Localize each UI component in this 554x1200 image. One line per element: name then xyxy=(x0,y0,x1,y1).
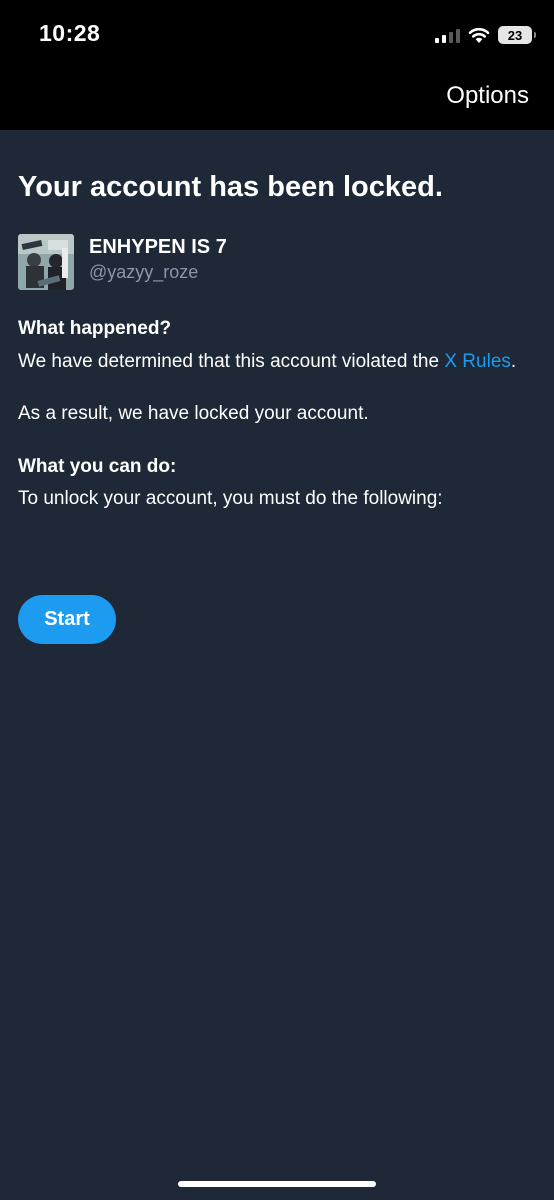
violation-text-end: . xyxy=(510,351,517,372)
page-title: Your account has been locked. xyxy=(18,171,443,203)
battery-level: 23 xyxy=(507,27,523,43)
cellular-signal-icon xyxy=(435,27,460,43)
start-button[interactable]: Start xyxy=(18,595,116,644)
x-rules-link[interactable]: X Rules xyxy=(444,351,511,372)
options-button[interactable]: Options xyxy=(446,82,529,110)
main-content: Your account has been locked. ENHYPEN IS… xyxy=(18,168,518,512)
account-text: ENHYPEN IS 7 @yazyy_roze xyxy=(89,235,227,285)
what-you-can-do-heading: What you can do: xyxy=(18,456,177,477)
status-icons: 23 xyxy=(435,22,536,48)
profile-photo-icon xyxy=(18,234,74,290)
what-happened-heading: What happened? xyxy=(18,318,172,339)
top-bar: 10:28 23 Options xyxy=(0,0,554,130)
account-info: ENHYPEN IS 7 @yazyy_roze xyxy=(18,234,518,290)
avatar xyxy=(18,234,74,290)
account-display-name: ENHYPEN IS 7 xyxy=(89,236,227,258)
result-text: As a result, we have locked your account… xyxy=(18,403,369,424)
what-happened-text: We have determined that this account vio… xyxy=(18,348,518,375)
status-time: 10:28 xyxy=(39,20,101,46)
wifi-icon xyxy=(468,27,490,43)
account-handle: @yazyy_roze xyxy=(89,262,199,282)
what-you-can-do-text: To unlock your account, you must do the … xyxy=(18,488,443,509)
home-indicator[interactable] xyxy=(178,1181,376,1187)
violation-text: We have determined that this account vio… xyxy=(18,351,445,372)
battery-icon: 23 xyxy=(498,26,536,44)
